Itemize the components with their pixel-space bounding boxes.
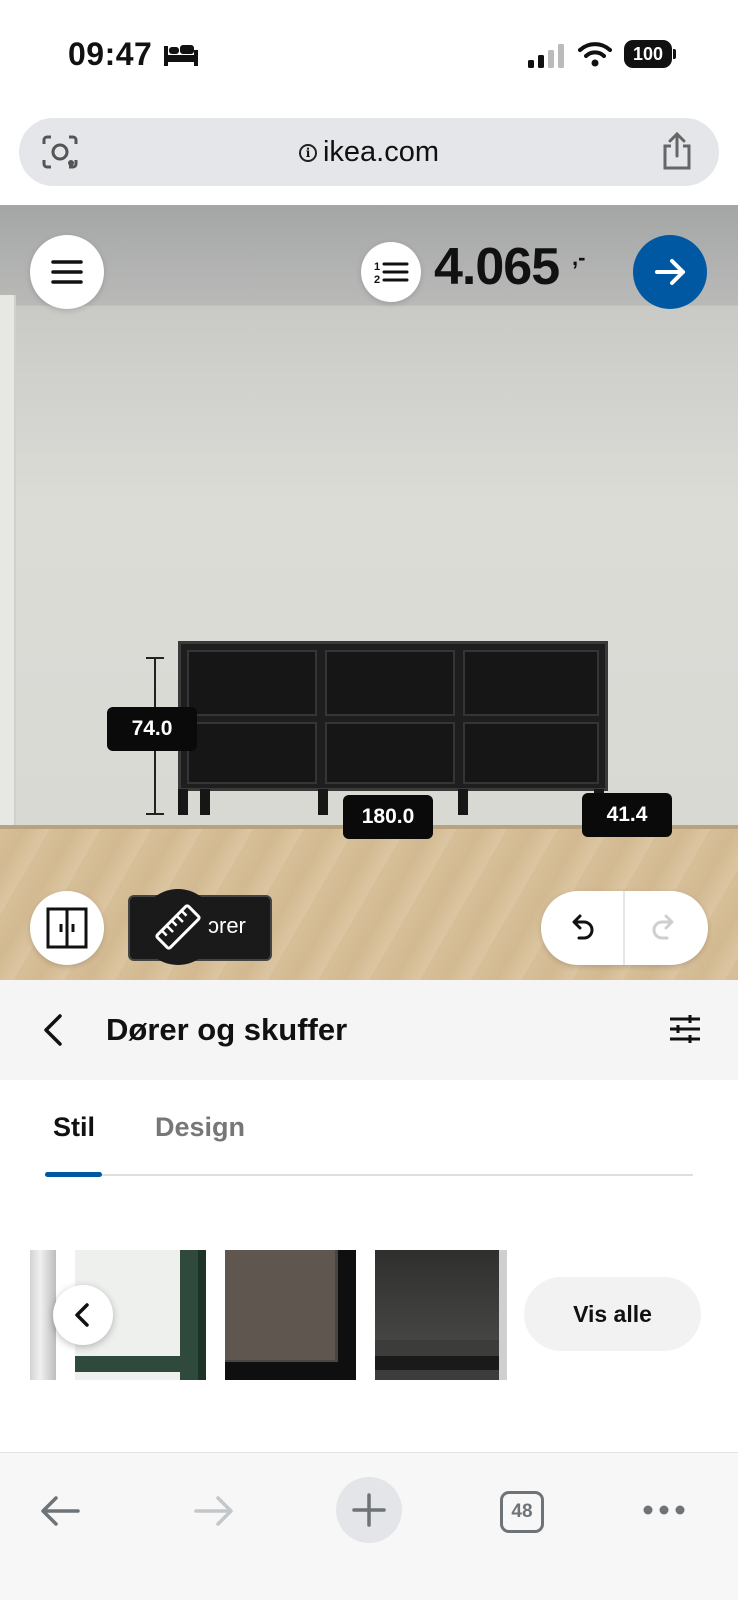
chevron-left-icon (75, 1303, 89, 1327)
status-bar: 09:47 100 (0, 0, 738, 110)
width-dimension-label: 180.0 (343, 795, 433, 839)
measure-button[interactable] (140, 889, 216, 965)
doors-toggle-button[interactable] (30, 891, 104, 965)
url-text[interactable]: i ikea.com (19, 136, 719, 169)
ruler-icon (155, 904, 201, 950)
svg-text:2: 2 (374, 274, 380, 286)
svg-text:1: 1 (374, 261, 380, 273)
panel-title: Dører og skuffer (106, 1012, 348, 1047)
forward-arrow-icon[interactable] (192, 1493, 236, 1529)
undo-redo-group (541, 891, 708, 965)
bed-icon (164, 45, 198, 66)
measure-toggle-label: ɔrer (208, 913, 246, 938)
status-time: 09:47 (68, 36, 153, 72)
arrow-right-icon (655, 259, 685, 285)
battery-icon: 100 (624, 40, 676, 68)
signal-icon (528, 44, 564, 68)
panel-header: Dører og skuffer (0, 980, 738, 1080)
share-icon[interactable] (659, 132, 695, 170)
show-all-button[interactable]: Vis alle (524, 1277, 701, 1351)
battery-level: 100 (624, 40, 672, 68)
redo-icon[interactable] (645, 908, 685, 948)
planner-3d-view[interactable]: 1 2 4.065 ,- 74.0 180.0 41.4 ɔrer (0, 205, 738, 980)
back-arrow-icon[interactable] (38, 1493, 82, 1529)
room-left-wall (0, 295, 16, 835)
url-domain: ikea.com (322, 136, 440, 168)
tabs-icon[interactable]: 48 (500, 1491, 544, 1533)
tab-bar: Stil Design (45, 1094, 693, 1178)
chevron-left-icon[interactable] (40, 1012, 66, 1048)
style-swatch-smoked-glass[interactable] (225, 1250, 356, 1380)
product-list-button[interactable]: 1 2 (361, 242, 421, 302)
plus-icon (352, 1493, 386, 1527)
depth-dimension-label: 41.4 (582, 793, 672, 837)
carousel-prev-button[interactable] (53, 1285, 113, 1345)
filter-sliders-icon[interactable] (668, 1012, 702, 1046)
sideboard-model[interactable] (178, 641, 608, 791)
info-icon[interactable]: i (298, 144, 317, 162)
wifi-icon (578, 42, 612, 67)
tab-design[interactable]: Design (155, 1112, 245, 1143)
undo-icon[interactable] (561, 908, 601, 948)
total-price: 4.065 (434, 238, 560, 296)
next-button[interactable] (633, 235, 707, 309)
hamburger-icon (51, 260, 83, 284)
double-door-icon (46, 907, 88, 949)
price-suffix: ,- (572, 245, 586, 270)
browser-toolbar: 48 (0, 1452, 738, 1600)
style-swatch-dark-grey[interactable] (375, 1250, 507, 1380)
menu-button[interactable] (30, 235, 104, 309)
active-tab-indicator (45, 1172, 102, 1177)
numbered-list-icon: 1 2 (374, 261, 409, 286)
new-tab-button[interactable] (336, 1477, 402, 1543)
address-bar[interactable]: i ikea.com (19, 118, 719, 186)
height-dimension-label: 74.0 (107, 707, 197, 751)
more-icon[interactable] (642, 1503, 686, 1517)
tab-stil[interactable]: Stil (53, 1112, 95, 1143)
